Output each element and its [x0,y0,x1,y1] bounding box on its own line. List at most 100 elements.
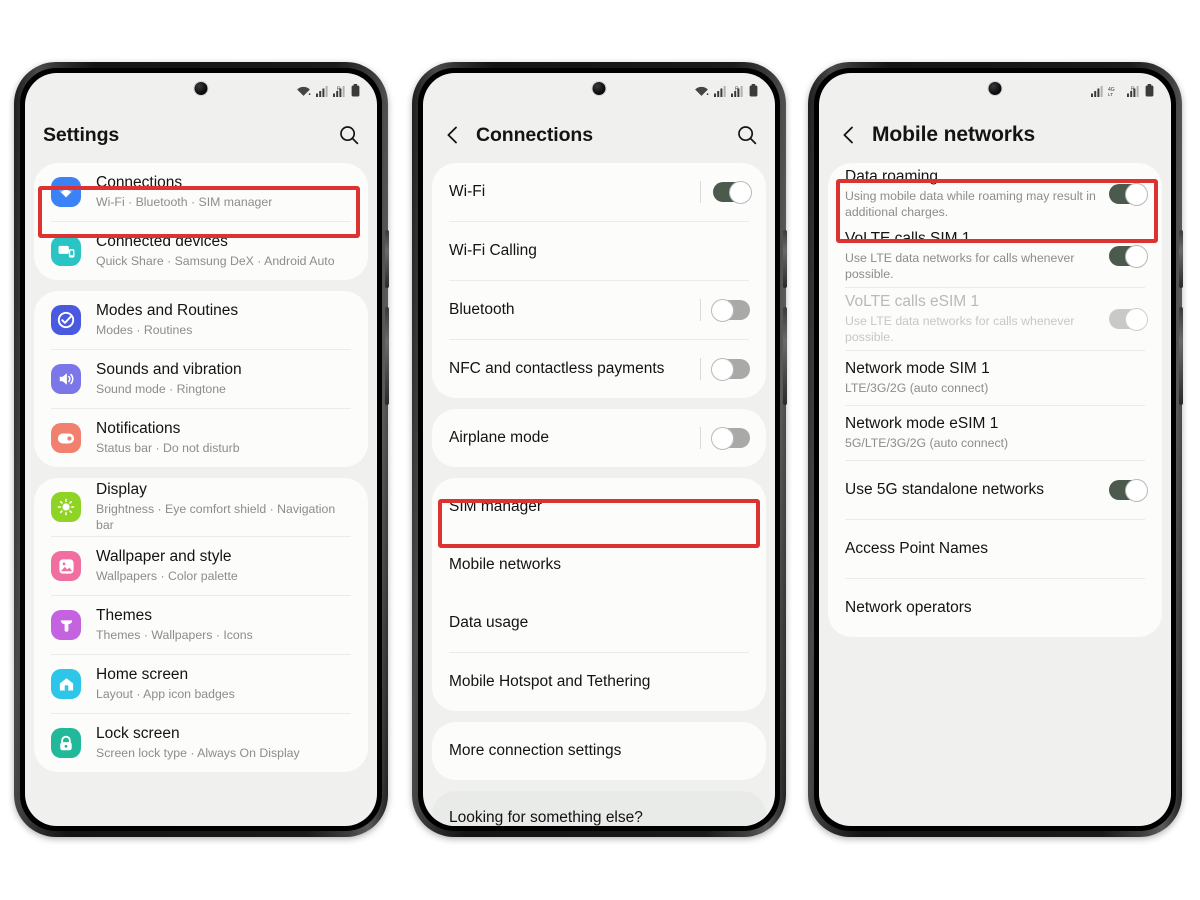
back-chevron-icon[interactable] [441,123,465,147]
toggle-switch[interactable] [1109,244,1148,268]
row-title: Use 5G standalone networks [845,481,1045,499]
status-icons: R [296,83,360,97]
row-title: Data usage [449,614,529,632]
volume-button[interactable] [1179,307,1183,405]
volte-esim1-toggle [1109,307,1148,331]
toggle-separator [700,299,701,321]
row-title: Notifications [96,420,181,438]
mobile-row-network-mode-esim1[interactable]: Network mode eSIM 1 5G/LTE/3G/2G (auto c… [828,406,1162,460]
toggle-separator [700,181,701,203]
row-title: Connections [96,174,183,192]
signal-icon [714,86,726,97]
mobile-row-network-operators[interactable]: Network operators [828,579,1162,637]
mobile-row-volte-sim1[interactable]: VoLTE calls SIM 1 Use LTE data networks … [828,225,1162,287]
connections-row-data-usage[interactable]: Data usage [432,594,766,652]
toggle-knob [1125,307,1148,331]
settings-group-modes-sounds: Modes and Routines Modes · Routines Soun… [34,291,368,467]
search-icon[interactable] [337,123,361,147]
airplane-mode-toggle[interactable] [700,426,750,450]
connections-row-mobile-networks[interactable]: Mobile networks [432,536,766,594]
volume-button[interactable] [385,307,389,405]
settings-row-home-screen[interactable]: Home screen Layout · App icon badges [34,655,368,713]
phone-device-connections: R Connections Wi-Fi Wi-Fi Calling Blueto… [412,62,787,837]
mobile-row-access-point-names[interactable]: Access Point Names [828,520,1162,578]
bluetooth-toggle[interactable] [700,298,750,322]
connections-group-mobile: SIM manager Mobile networks Data usage M… [432,478,766,711]
toggle-knob [1125,244,1148,268]
settings-row-themes[interactable]: Themes Themes · Wallpapers · Icons [34,596,368,654]
row-title: Wi-Fi Calling [449,242,537,260]
connections-row-wifi[interactable]: Wi-Fi [432,163,766,221]
phone3-mobile-networks-list: Data roaming Using mobile data while roa… [819,163,1171,637]
settings-row-modes-routines[interactable]: Modes and Routines Modes · Routines [34,291,368,349]
row-subtitle: Use LTE data networks for calls whenever… [845,313,1075,344]
row-title: Sounds and vibration [96,361,242,379]
power-button[interactable] [385,230,389,288]
search-icon[interactable] [735,123,759,147]
phone-device-settings: R Settings Connections Wi-Fi · Bluetooth… [14,62,389,837]
toggle-switch[interactable] [711,426,750,450]
phone1-status-bar: R [25,73,377,107]
mobile-row-5g-standalone[interactable]: Use 5G standalone networks [828,461,1162,519]
front-camera-punch-hole [194,82,208,95]
signal-roaming-icon: R [731,86,743,97]
connections-row-sim-manager[interactable]: SIM manager [432,478,766,536]
settings-group-connections: Connections Wi-Fi · Bluetooth · SIM mana… [34,163,368,280]
row-title: More connection settings [449,742,622,760]
mobile-row-data-roaming[interactable]: Data roaming Using mobile data while roa… [828,163,1162,225]
connections-row-wifi-calling[interactable]: Wi-Fi Calling [432,222,766,280]
phone3-app-bar: Mobile networks [819,107,1171,163]
nfc-toggle[interactable] [700,357,750,381]
toggle-switch[interactable] [713,180,752,204]
toggle-knob [711,357,734,381]
page-title: Settings [43,123,120,146]
row-subtitle: Themes · Wallpapers · Icons [96,627,253,642]
toggle-switch[interactable] [1109,478,1148,502]
data-roaming-toggle[interactable] [1109,182,1148,206]
toggle-separator [700,427,701,449]
row-subtitle: Sound mode · Ringtone [96,381,226,396]
settings-row-lock-screen[interactable]: Lock screen Screen lock type · Always On… [34,714,368,772]
connections-row-more-settings[interactable]: More connection settings [432,722,766,780]
volume-button[interactable] [783,307,787,405]
connections-row-hotspot-tethering[interactable]: Mobile Hotspot and Tethering [432,653,766,711]
signal-roaming-icon: R [1127,86,1139,97]
power-button[interactable] [783,230,787,288]
battery-icon [351,84,360,97]
mobile-row-network-mode-sim1[interactable]: Network mode SIM 1 LTE/3G/2G (auto conne… [828,351,1162,405]
battery-icon [1145,84,1154,97]
connections-row-bluetooth[interactable]: Bluetooth [432,281,766,339]
settings-row-notifications[interactable]: Notifications Status bar · Do not distur… [34,409,368,467]
row-subtitle: Quick Share · Samsung DeX · Android Auto [96,253,335,268]
connections-group-wireless: Wi-Fi Wi-Fi Calling Bluetooth NFC and co… [432,163,766,398]
mobile-networks-group: Data roaming Using mobile data while roa… [828,163,1162,637]
connections-row-nfc[interactable]: NFC and contactless payments [432,340,766,398]
toggle-switch[interactable] [711,298,750,322]
settings-row-connected-devices[interactable]: Connected devices Quick Share · Samsung … [34,222,368,280]
settings-row-connections[interactable]: Connections Wi-Fi · Bluetooth · SIM mana… [34,163,368,221]
connected-devices-icon [51,236,81,266]
wifi-icon [297,86,311,96]
connections-row-airplane-mode[interactable]: Airplane mode [432,409,766,467]
toggle-switch[interactable] [1109,182,1148,206]
back-chevron-icon[interactable] [837,123,861,147]
row-title: Display [96,481,147,499]
settings-row-sounds-vibration[interactable]: Sounds and vibration Sound mode · Ringto… [34,350,368,408]
settings-row-wallpaper-style[interactable]: Wallpaper and style Wallpapers · Color p… [34,537,368,595]
5g-standalone-toggle[interactable] [1109,478,1148,502]
row-subtitle: 5G/LTE/3G/2G (auto connect) [845,435,1009,450]
signal-roaming-icon: R [333,86,345,97]
front-camera-punch-hole [988,82,1002,95]
toggle-switch[interactable] [711,357,750,381]
row-title: Bluetooth [449,301,515,319]
battery-icon [749,84,758,97]
row-subtitle: Layout · App icon badges [96,686,235,701]
wifi-toggle[interactable] [700,180,752,204]
wifi-icon [695,86,709,96]
row-title: Connected devices [96,233,228,251]
row-title: NFC and contactless payments [449,360,665,378]
volte-sim1-toggle[interactable] [1109,244,1148,268]
settings-row-display[interactable]: Display Brightness · Eye comfort shield … [34,478,368,536]
row-title: VoLTE calls SIM 1 [845,230,971,248]
power-button[interactable] [1179,230,1183,288]
